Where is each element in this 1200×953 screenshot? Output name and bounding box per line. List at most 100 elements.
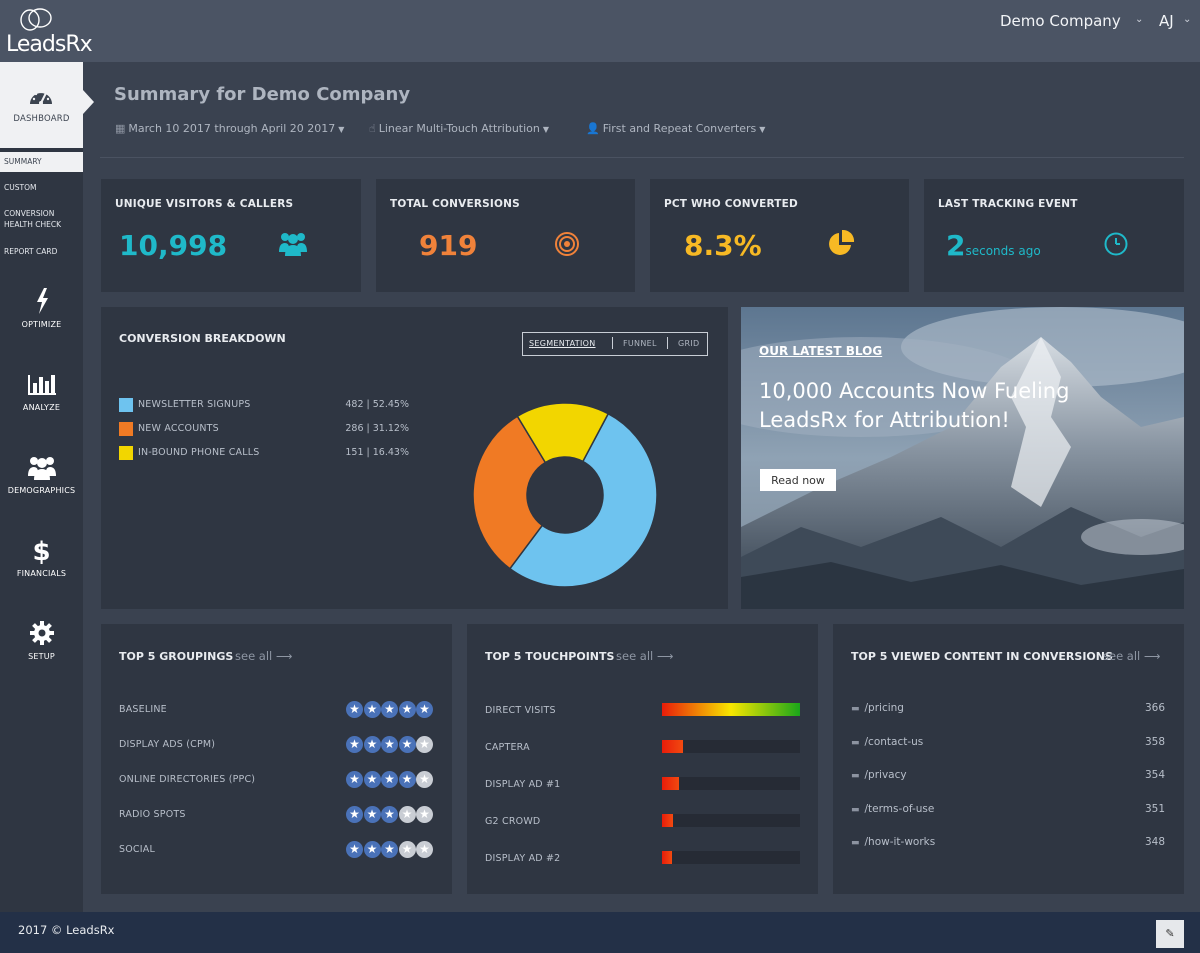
legend-label: IN-BOUND PHONE CALLS xyxy=(138,447,260,458)
content-count: 358 xyxy=(1144,735,1165,748)
users-icon xyxy=(277,229,309,261)
company-switcher[interactable]: Demo Company xyxy=(1000,12,1121,30)
blog-headline: 10,000 Accounts Now Fueling LeadsRx for … xyxy=(759,379,1070,432)
top-bar: LeadsRx Demo Company ⌄ AJ ⌄ xyxy=(0,0,1200,62)
content-link[interactable]: ▬ /how-it-works xyxy=(851,836,935,848)
star-filled-icon: ★ xyxy=(363,771,381,788)
company-caret-icon[interactable]: ⌄ xyxy=(1135,14,1143,25)
legend-value: 482 | 52.45% xyxy=(345,399,409,410)
see-all-link[interactable]: see all ⟶ xyxy=(235,649,292,663)
star-empty-icon: ★ xyxy=(416,771,433,788)
star-filled-icon: ★ xyxy=(346,806,363,823)
touchpoint-bar xyxy=(662,740,800,753)
kpi-card-pct-converted: PCT WHO CONVERTED 8.3% xyxy=(650,179,909,292)
sidebar-item-dashboard[interactable]: DASHBOARD xyxy=(0,62,94,148)
content-path: /how-it-works xyxy=(864,836,936,848)
tab-grid[interactable]: GRID xyxy=(678,339,699,348)
content-link[interactable]: ▬ /contact-us xyxy=(851,736,923,748)
chevron-down-icon: ▼ xyxy=(759,125,766,134)
read-now-button[interactable]: Read now xyxy=(760,469,836,491)
bar-chart-icon xyxy=(0,371,83,401)
legend-value: 151 | 16.43% xyxy=(345,447,409,458)
legend-swatch xyxy=(119,422,133,436)
touchpoint-bar-fill xyxy=(662,814,674,827)
view-tabs: SEGMENTATION FUNNEL GRID xyxy=(522,332,708,356)
attribution-text: Linear Multi-Touch Attribution xyxy=(378,122,540,135)
users-icon xyxy=(0,454,83,484)
grouping-label: DISPLAY ADS (CPM) xyxy=(119,739,216,750)
sidebar-item-analyze[interactable]: ANALYZE xyxy=(0,371,83,441)
conversion-breakdown-card: CONVERSION BREAKDOWN SEGMENTATION FUNNEL… xyxy=(101,307,728,609)
kpi-value: 919 xyxy=(419,229,478,262)
kpi-card-conversions: TOTAL CONVERSIONS 919 xyxy=(376,179,635,292)
grouping-label: SOCIAL xyxy=(119,844,155,855)
touchpoint-bar xyxy=(662,814,800,827)
touchpoint-bar xyxy=(662,851,800,864)
speedometer-icon xyxy=(30,90,52,105)
star-empty-icon: ★ xyxy=(416,736,433,753)
sidebar-sub-custom[interactable]: CUSTOM xyxy=(0,182,83,193)
legend-label: NEW ACCOUNTS xyxy=(138,423,219,434)
blog-card: OUR LATEST BLOG 10,000 Accounts Now Fuel… xyxy=(741,307,1184,609)
sidebar-item-setup[interactable]: SETUP xyxy=(0,620,83,690)
tab-funnel[interactable]: FUNNEL xyxy=(623,339,657,348)
kpi-number: 2 xyxy=(946,229,966,262)
calendar-icon: ▦ xyxy=(115,122,126,135)
content-path: /pricing xyxy=(864,702,904,714)
legend-value: 286 | 31.12% xyxy=(345,423,409,434)
sidebar-item-financials[interactable]: $ FINANCIALS xyxy=(0,537,83,607)
star-filled-icon: ★ xyxy=(363,736,381,753)
blog-kicker[interactable]: OUR LATEST BLOG xyxy=(759,344,882,358)
touchpoint-bar-fill xyxy=(662,777,679,790)
star-filled-icon: ★ xyxy=(381,771,398,788)
dashboard-label: DASHBOARD xyxy=(13,114,70,124)
edit-button[interactable]: ✎ xyxy=(1156,920,1184,948)
folder-icon: ▬ xyxy=(851,804,860,815)
content-link[interactable]: ▬ /pricing xyxy=(851,702,904,714)
app-logo[interactable]: LeadsRx xyxy=(6,6,93,58)
content-path: /privacy xyxy=(864,769,907,781)
content-count: 351 xyxy=(1144,802,1165,815)
touchpoint-label: DISPLAY AD #1 xyxy=(485,779,561,790)
legend-item: IN-BOUND PHONE CALLS 151 | 16.43% xyxy=(119,445,409,461)
kpi-title: UNIQUE VISITORS & CALLERS xyxy=(115,198,294,210)
date-range-filter[interactable]: ▦ March 10 2017 through April 20 2017 ▼ xyxy=(115,122,344,135)
see-all-link[interactable]: see all ⟶ xyxy=(1103,649,1160,663)
sidebar-item-demographics[interactable]: DEMOGRAPHICS xyxy=(0,454,83,524)
star-empty-icon: ★ xyxy=(398,806,416,823)
legend-label: NEWSLETTER SIGNUPS xyxy=(138,399,251,410)
touchpoint-label: DIRECT VISITS xyxy=(485,705,556,716)
sidebar: DASHBOARD SUMMARY CUSTOM CONVERSION HEAL… xyxy=(0,62,94,912)
groupings-card: TOP 5 GROUPINGS see all ⟶ BASELINE ★ ★ ★ ★ ★ D… xyxy=(101,624,452,894)
folder-icon: ▬ xyxy=(851,737,860,748)
kpi-value: 2seconds ago xyxy=(946,229,1041,262)
sidebar-label: SETUP xyxy=(28,652,55,661)
header-divider xyxy=(100,157,1184,158)
sidebar-sub-conversion-health-check[interactable]: CONVERSION HEALTH CHECK xyxy=(0,208,70,230)
chevron-down-icon: ▼ xyxy=(542,125,550,134)
user-menu[interactable]: AJ xyxy=(1159,12,1174,30)
star-filled-icon: ★ xyxy=(398,701,416,718)
see-all-link[interactable]: see all ⟶ xyxy=(616,649,673,663)
content-count: 366 xyxy=(1144,702,1165,714)
donut-chart[interactable] xyxy=(465,395,665,595)
kpi-suffix: seconds ago xyxy=(965,244,1041,258)
breakdown-title: CONVERSION BREAKDOWN xyxy=(119,332,286,345)
sidebar-sub-summary[interactable]: SUMMARY xyxy=(0,152,83,172)
converters-filter[interactable]: 👤 First and Repeat Converters ▼ xyxy=(586,122,765,135)
logo-mark xyxy=(20,8,52,31)
tab-segmentation[interactable]: SEGMENTATION xyxy=(529,339,596,348)
content-path: /terms-of-use xyxy=(864,802,935,815)
content-link[interactable]: ▬ /terms-of-use xyxy=(851,803,934,815)
touchpoints-card: TOP 5 TOUCHPOINTS see all ⟶ DIRECT VISIT… xyxy=(467,624,818,894)
content-link[interactable]: ▬ /privacy xyxy=(851,769,907,781)
footer: 2017 © LeadsRx ✎ xyxy=(0,912,1200,953)
star-filled-icon: ★ xyxy=(381,806,398,823)
sidebar-item-optimize[interactable]: OPTIMIZE xyxy=(0,288,83,358)
star-filled-icon: ★ xyxy=(346,701,363,718)
user-caret-icon[interactable]: ⌄ xyxy=(1183,14,1191,25)
sidebar-label: ANALYZE xyxy=(22,403,61,412)
attribution-filter[interactable]: ☝ Linear Multi-Touch Attribution ▼ xyxy=(369,122,549,135)
folder-icon: ▬ xyxy=(851,838,860,848)
sidebar-sub-report-card[interactable]: REPORT CARD xyxy=(0,246,83,257)
